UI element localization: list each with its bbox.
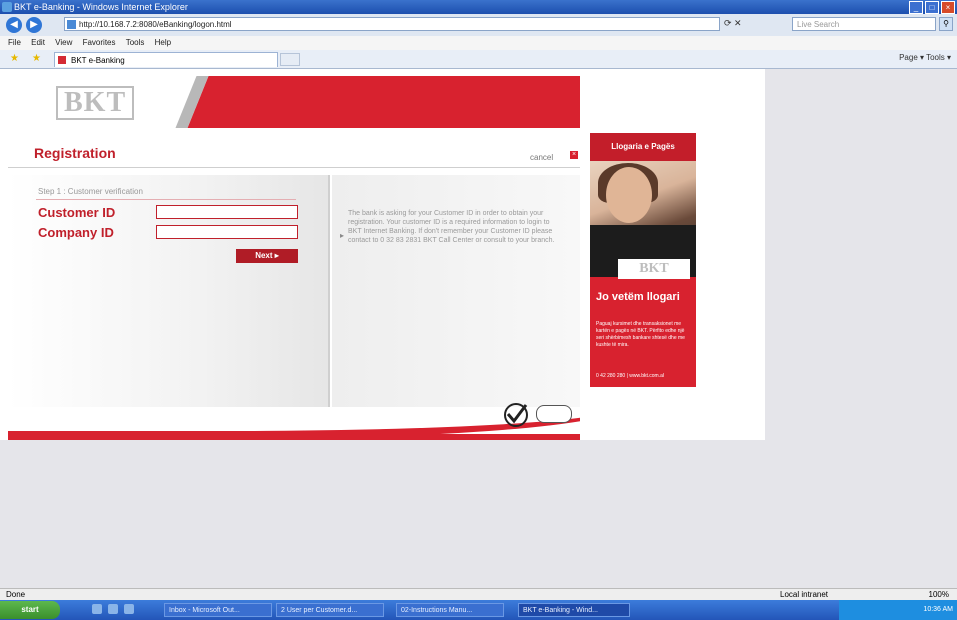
help-bullet-icon: ▸ <box>340 231 345 240</box>
seal-badge <box>536 405 572 423</box>
menu-help[interactable]: Help <box>155 38 171 47</box>
next-button[interactable]: Next ▸ <box>236 249 298 263</box>
taskbar-item-active[interactable]: BKT e-Banking - Wind... <box>518 603 630 617</box>
step-label: Step 1 : Customer verification <box>38 187 143 196</box>
window-controls: _ □ × <box>909 1 955 14</box>
promo-photo-face <box>606 167 652 223</box>
menu-file[interactable]: File <box>8 38 21 47</box>
forward-button[interactable]: ▶ <box>26 17 42 33</box>
start-button[interactable]: start <box>0 601 60 619</box>
tab-label: BKT e-Banking <box>71 56 125 65</box>
ie-icon <box>2 2 12 12</box>
promo-logo: BKT <box>618 259 690 279</box>
bank-header: BKT <box>8 76 580 128</box>
tab-favicon-icon <box>58 56 66 64</box>
page-icon <box>67 20 76 29</box>
add-favorite-icon[interactable]: ★ <box>32 54 42 64</box>
clock: 10:36 AM <box>923 606 953 613</box>
promo-headline: Jo vetëm llogari <box>596 291 680 303</box>
customer-id-input[interactable] <box>156 205 298 219</box>
taskbar-item[interactable]: 2 User per Customer.d... <box>276 603 384 617</box>
cancel-icon[interactable]: × <box>570 151 578 159</box>
address-bar[interactable]: http://10.168.7.2:8080/eBanking/logon.ht… <box>64 17 720 31</box>
close-button[interactable]: × <box>941 1 955 14</box>
favorites-star-icon[interactable]: ★ <box>10 54 20 64</box>
page-title: Registration <box>34 145 116 161</box>
step-divider <box>36 199 296 200</box>
refresh-stop-icons[interactable]: ⟳ ✕ <box>724 18 742 29</box>
menu-tools[interactable]: Tools <box>126 38 145 47</box>
taskbar: start Inbox - Microsoft Out... 2 User pe… <box>0 600 957 620</box>
help-text: The bank is asking for your Customer ID … <box>348 210 555 244</box>
quicklaunch-icon[interactable] <box>124 604 134 614</box>
tab-row: ★ ★ BKT e-Banking Page ▾ Tools ▾ <box>0 50 957 69</box>
promo-banner[interactable]: Llogaria e Pagës BKT Jo vetëm llogari Pa… <box>590 133 696 387</box>
promo-footer: 0 42 280 280 | www.bkt.com.al <box>596 373 665 379</box>
back-button[interactable]: ◀ <box>6 17 22 33</box>
search-input[interactable]: Live Search <box>792 17 936 31</box>
menu-view[interactable]: View <box>55 38 72 47</box>
menu-favorites[interactable]: Favorites <box>83 38 116 47</box>
quicklaunch-icon[interactable] <box>108 604 118 614</box>
maximize-button[interactable]: □ <box>925 1 939 14</box>
company-id-input[interactable] <box>156 225 298 239</box>
address-text: http://10.168.7.2:8080/eBanking/logon.ht… <box>79 20 232 29</box>
footer-red-bar <box>8 434 580 440</box>
page-content: BKT Registration cancel × Step 1 : Custo… <box>0 69 957 588</box>
company-id-label: Company ID <box>38 225 114 240</box>
minimize-button[interactable]: _ <box>909 1 923 14</box>
search-icon[interactable]: ⚲ <box>939 17 953 31</box>
customer-id-label: Customer ID <box>38 205 116 220</box>
title-divider <box>8 167 580 168</box>
taskbar-item[interactable]: 02-Instructions Manu... <box>396 603 504 617</box>
command-bar[interactable]: Page ▾ Tools ▾ <box>899 53 951 62</box>
address-row: ◀ ▶ http://10.168.7.2:8080/eBanking/logo… <box>0 14 957 36</box>
system-tray: 10:36 AM <box>839 600 957 620</box>
page-bottom-margin <box>0 440 765 588</box>
promo-title: Llogaria e Pagës <box>590 133 696 161</box>
page-right-margin <box>765 69 957 588</box>
tab-bkt-ebanking[interactable]: BKT e-Banking <box>54 52 278 67</box>
window-titlebar: BKT e-Banking - Windows Internet Explore… <box>0 0 957 14</box>
menu-edit[interactable]: Edit <box>31 38 45 47</box>
bkt-logo[interactable]: BKT <box>56 86 135 120</box>
promo-body: Paguaj kursimet dhe transaksionet me kar… <box>596 321 685 348</box>
menu-bar: File Edit View Favorites Tools Help <box>0 36 957 50</box>
cancel-link[interactable]: cancel <box>530 153 553 162</box>
quicklaunch-icon[interactable] <box>92 604 102 614</box>
taskbar-item[interactable]: Inbox - Microsoft Out... <box>164 603 272 617</box>
window-title: BKT e-Banking - Windows Internet Explore… <box>14 2 188 12</box>
new-tab-button[interactable] <box>280 53 300 66</box>
